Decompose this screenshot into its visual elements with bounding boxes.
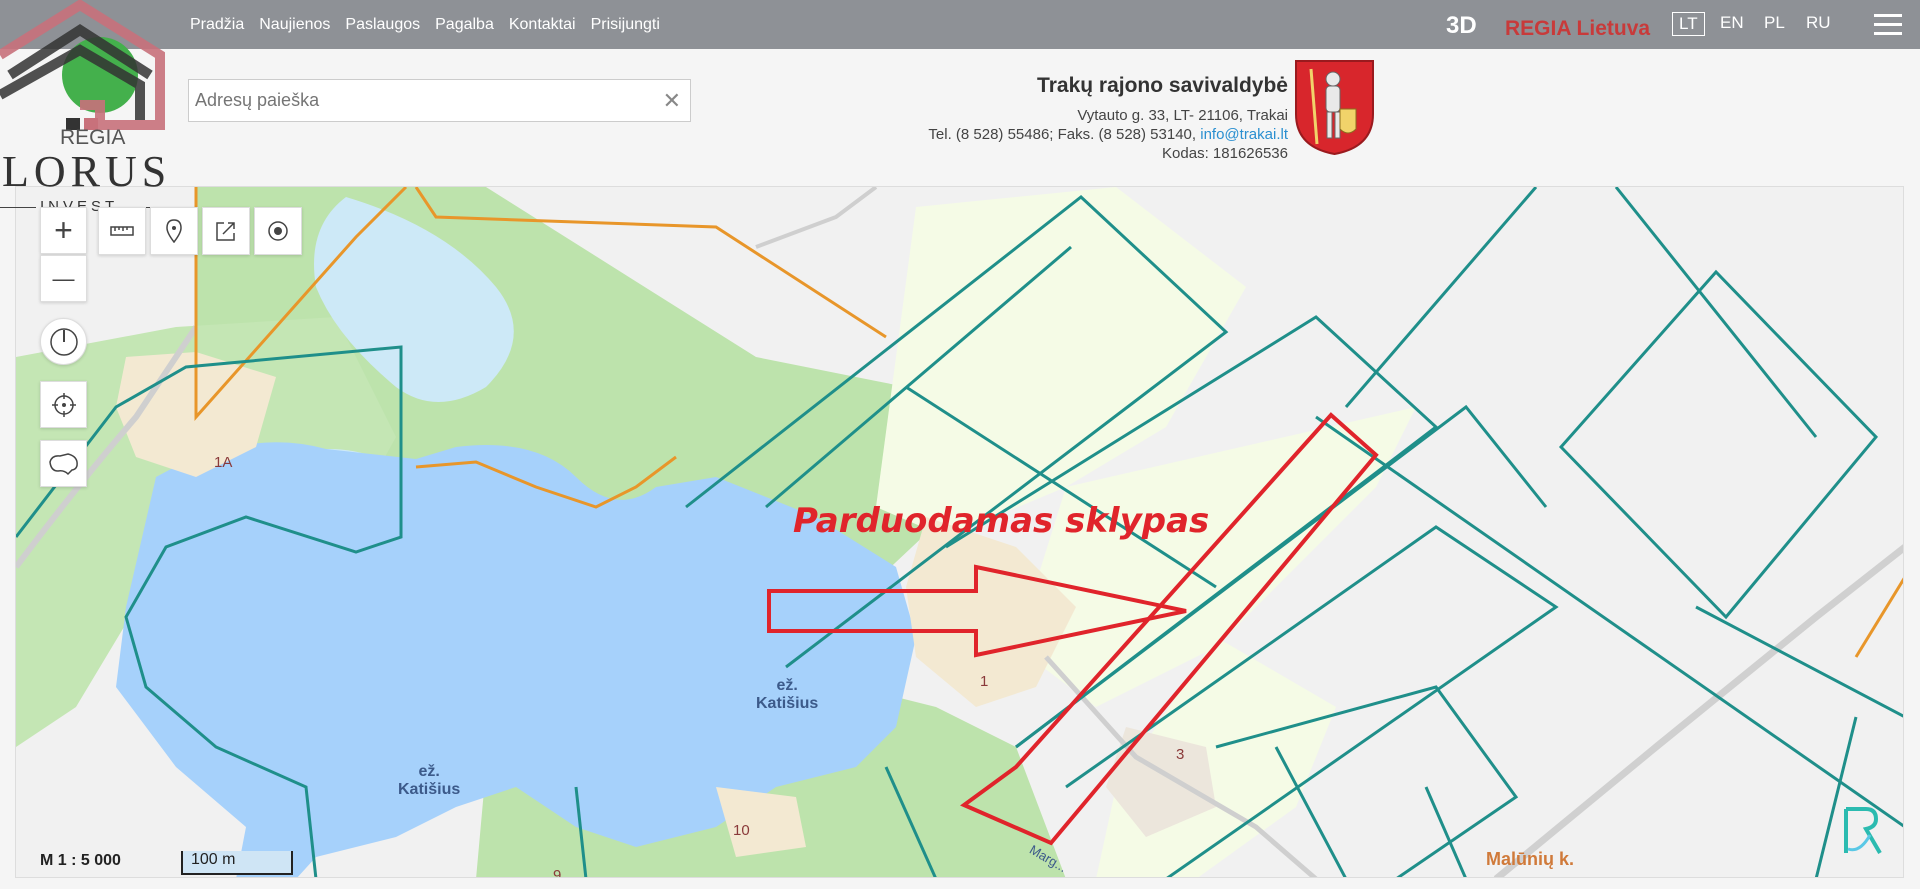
- rc-logo-icon: [1844, 807, 1882, 855]
- nav-item-pagalba[interactable]: Pagalba: [435, 16, 494, 34]
- lake-label: ež. Katišius: [756, 677, 819, 712]
- outline-icon[interactable]: [40, 440, 87, 487]
- page: Pradžia Naujienos Paslaugos Pagalba Kont…: [0, 0, 1920, 889]
- scale-bar: 100 m: [181, 851, 293, 875]
- lang-ru[interactable]: RU: [1806, 13, 1831, 33]
- email-link[interactable]: info@trakai.lt: [1200, 126, 1288, 143]
- scale-ratio: M 1 : 5 000: [40, 852, 121, 869]
- parcel-number: 1A: [214, 454, 233, 471]
- municipality-contacts: Tel. (8 528) 55486; Faks. (8 528) 53140,…: [928, 125, 1288, 144]
- toggle-3d-button[interactable]: 3D: [1446, 12, 1477, 40]
- municipality-info: Trakų rajono savivaldybė Vytauto g. 33, …: [928, 74, 1288, 163]
- municipality-name: Trakų rajono savivaldybė: [1037, 74, 1288, 97]
- sale-annotation: Parduodamas sklypas: [793, 501, 1210, 541]
- compass-icon[interactable]: [40, 318, 87, 365]
- parcel-number: 3: [1176, 746, 1185, 763]
- map-canvas[interactable]: Parduodamas sklypas ež. Katišius ež. Kat…: [15, 186, 1904, 878]
- zoom-out-button[interactable]: —: [40, 255, 87, 302]
- locate-icon[interactable]: [254, 207, 302, 255]
- village-label: Malūnių k.: [1486, 849, 1575, 869]
- nav-item-paslaugos[interactable]: Paslaugos: [345, 16, 420, 34]
- address-search: ✕: [188, 79, 691, 122]
- lang-en[interactable]: EN: [1720, 13, 1744, 33]
- coat-of-arms-knight-icon: [1295, 60, 1374, 156]
- regia-logo-icon: [0, 0, 165, 130]
- main-nav: Pradžia Naujienos Paslaugos Pagalba Kont…: [190, 0, 660, 49]
- measure-icon[interactable]: [98, 207, 146, 255]
- phone-fax-text: Tel. (8 528) 55486; Faks. (8 528) 53140,: [928, 126, 1201, 143]
- municipality-address: Vytauto g. 33, LT- 21106, Trakai: [1077, 107, 1288, 124]
- parcel-number: 1: [980, 673, 989, 690]
- gps-icon[interactable]: [40, 381, 87, 428]
- lorus-invest-logo: REGIA LORUS INVEST: [0, 0, 170, 215]
- municipality-code: Kodas: 181626536: [1162, 145, 1288, 162]
- address-search-input[interactable]: [189, 80, 690, 121]
- nav-item-pradzia[interactable]: Pradžia: [190, 16, 244, 34]
- parcel-number: 10: [733, 822, 750, 839]
- clear-search-icon[interactable]: ✕: [663, 88, 681, 114]
- nav-item-prisijungti[interactable]: Prisijungti: [591, 16, 660, 34]
- logo-lorus-text: LORUS: [2, 147, 172, 196]
- parcel-number: 9: [553, 867, 562, 878]
- lang-lt[interactable]: LT: [1672, 12, 1705, 36]
- regia-brand-link[interactable]: REGIA Lietuva: [1505, 17, 1650, 41]
- lake-label: ež. Katišius: [398, 763, 461, 798]
- zoom-in-button[interactable]: +: [40, 207, 87, 254]
- logo-rule: [0, 207, 36, 208]
- nav-item-naujienos[interactable]: Naujienos: [259, 16, 330, 34]
- nav-item-kontaktai[interactable]: Kontaktai: [509, 16, 576, 34]
- marker-icon[interactable]: [150, 207, 198, 255]
- top-navbar: Pradžia Naujienos Paslaugos Pagalba Kont…: [0, 0, 1920, 49]
- share-icon[interactable]: [202, 207, 250, 255]
- lang-pl[interactable]: PL: [1764, 13, 1785, 33]
- menu-hamburger-icon[interactable]: [1874, 14, 1902, 38]
